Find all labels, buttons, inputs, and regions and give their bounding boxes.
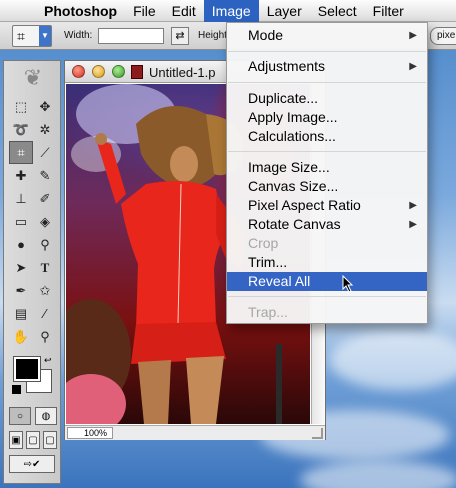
lasso-icon[interactable]: ➰ xyxy=(9,118,33,141)
arrow-cursor-icon xyxy=(342,275,354,293)
menu-separator xyxy=(228,82,426,83)
feather-icon[interactable]: ❦ xyxy=(12,65,54,91)
menu-select[interactable]: Select xyxy=(310,0,365,22)
screen-mode-full-menu-icon[interactable]: ▢ xyxy=(26,431,40,449)
submenu-arrow-icon: ▶ xyxy=(409,200,417,211)
menu-edit[interactable]: Edit xyxy=(164,0,204,22)
width-label: Width: xyxy=(64,30,93,41)
menu-item-label: Mode xyxy=(248,27,284,43)
jump-to-imageready-icon[interactable]: ⇨✔ xyxy=(9,455,55,473)
menu-item-canvas-size[interactable]: Canvas Size... xyxy=(227,177,427,196)
width-field[interactable] xyxy=(98,28,164,44)
units-button[interactable]: pixe xyxy=(430,27,456,45)
jump-row: ⇨✔ xyxy=(9,455,57,473)
eraser-icon[interactable]: ▭ xyxy=(9,210,33,233)
slice-icon[interactable]: ⟋ xyxy=(33,141,57,164)
brush-icon[interactable]: ✎ xyxy=(33,164,57,187)
history-brush-icon[interactable]: ✐ xyxy=(33,187,57,210)
quick-mask-icon[interactable]: ◍ xyxy=(35,407,57,425)
move-icon[interactable]: ✥ xyxy=(33,95,57,118)
pen-icon[interactable]: ✒ xyxy=(9,279,33,302)
type-icon[interactable]: T xyxy=(33,256,57,279)
paint-bucket-icon[interactable]: ◈ xyxy=(33,210,57,233)
menu-item-label: Adjustments xyxy=(248,58,326,74)
shape-icon[interactable]: ✩ xyxy=(33,279,57,302)
swap-dimensions-icon[interactable]: ⇄ xyxy=(171,27,189,45)
hand-icon[interactable]: ✋ xyxy=(9,325,33,348)
menu-separator xyxy=(228,151,426,152)
resize-grip-icon[interactable] xyxy=(312,428,323,439)
desktop-cloud xyxy=(300,460,456,488)
tool-palette: ❦ ⬚ ✥ ➰ ✲ ⌗ ⟋ ✚ ✎ ⊥ ✐ ▭ ◈ ● ⚲ ➤ T ✒ ✩ ▤ … xyxy=(3,60,61,484)
zoom-icon[interactable]: ⚲ xyxy=(33,325,57,348)
chevron-down-icon: ▼ xyxy=(39,26,51,46)
image-menu-dropdown: Mode ▶ Adjustments ▶ Duplicate... Apply … xyxy=(226,22,428,324)
standard-mode-icon[interactable]: ○ xyxy=(9,407,31,425)
tool-grid: ⬚ ✥ ➰ ✲ ⌗ ⟋ ✚ ✎ ⊥ ✐ ▭ ◈ ● ⚲ ➤ T ✒ ✩ ▤ ⁄ … xyxy=(9,95,57,348)
swap-colors-icon[interactable]: ↩ xyxy=(44,355,52,366)
submenu-arrow-icon: ▶ xyxy=(409,30,417,41)
screen-mode-row: ▣ ▢ ▢ xyxy=(9,431,57,449)
menu-photoshop[interactable]: Photoshop xyxy=(36,0,125,22)
menu-item-apply-image[interactable]: Apply Image... xyxy=(227,108,427,127)
menu-item-pixel-aspect-ratio[interactable]: Pixel Aspect Ratio ▶ xyxy=(227,196,427,215)
menu-item-duplicate[interactable]: Duplicate... xyxy=(227,89,427,108)
menu-item-calculations[interactable]: Calculations... xyxy=(227,127,427,146)
foreground-color-swatch[interactable] xyxy=(13,356,41,382)
menu-item-label: Rotate Canvas xyxy=(248,216,341,232)
eyedropper-icon[interactable]: ⁄ xyxy=(33,302,57,325)
notes-icon[interactable]: ▤ xyxy=(9,302,33,325)
magic-wand-icon[interactable]: ✲ xyxy=(33,118,57,141)
menu-layer[interactable]: Layer xyxy=(259,0,310,22)
zoom-level-field[interactable]: 100% xyxy=(67,427,113,439)
menu-item-label: Pixel Aspect Ratio xyxy=(248,197,361,213)
height-label: Height xyxy=(198,30,227,41)
menu-item-crop: Crop xyxy=(248,235,279,251)
document-icon xyxy=(131,65,143,79)
dodge-icon[interactable]: ⚲ xyxy=(33,233,57,256)
menu-filter[interactable]: Filter xyxy=(365,0,412,22)
crop-tool-icon[interactable]: ⌗ xyxy=(9,141,33,164)
crop-icon: ⌗ xyxy=(17,28,25,44)
menu-image[interactable]: Image xyxy=(203,0,259,22)
menu-item-adjustments[interactable]: Adjustments ▶ xyxy=(227,57,427,76)
close-button[interactable] xyxy=(72,65,85,78)
menu-separator xyxy=(228,296,426,297)
screen-mode-full-icon[interactable]: ▢ xyxy=(43,431,57,449)
color-swatches: ↩ xyxy=(10,355,56,399)
path-select-icon[interactable]: ➤ xyxy=(9,256,33,279)
menu-file[interactable]: File xyxy=(125,0,164,22)
marquee-icon[interactable]: ⬚ xyxy=(9,95,33,118)
submenu-arrow-icon: ▶ xyxy=(409,61,417,72)
tool-preset-picker[interactable]: ⌗ ▼ xyxy=(12,25,52,47)
screen-mode-standard-icon[interactable]: ▣ xyxy=(9,431,23,449)
zoom-button[interactable] xyxy=(112,65,125,78)
menu-separator xyxy=(228,51,426,52)
desktop-cloud xyxy=(330,330,456,390)
menu-item-reveal-all[interactable]: Reveal All xyxy=(227,272,427,291)
submenu-arrow-icon: ▶ xyxy=(409,219,417,230)
default-colors-icon[interactable] xyxy=(12,385,21,394)
menu-item-trim[interactable]: Trim... xyxy=(227,253,427,272)
document-status-bar: 100% xyxy=(65,425,325,440)
menu-item-mode[interactable]: Mode ▶ xyxy=(227,26,427,45)
minimize-button[interactable] xyxy=(92,65,105,78)
menu-item-rotate-canvas[interactable]: Rotate Canvas ▶ xyxy=(227,215,427,234)
document-title: Untitled-1.p xyxy=(149,65,216,80)
menu-item-image-size[interactable]: Image Size... xyxy=(227,158,427,177)
healing-icon[interactable]: ✚ xyxy=(9,164,33,187)
clone-stamp-icon[interactable]: ⊥ xyxy=(9,187,33,210)
menu-item-trap: Trap... xyxy=(248,304,288,320)
mask-mode-row: ○ ◍ xyxy=(9,407,57,425)
menu-bar: Photoshop File Edit Image Layer Select F… xyxy=(0,0,456,22)
blur-icon[interactable]: ● xyxy=(9,233,33,256)
